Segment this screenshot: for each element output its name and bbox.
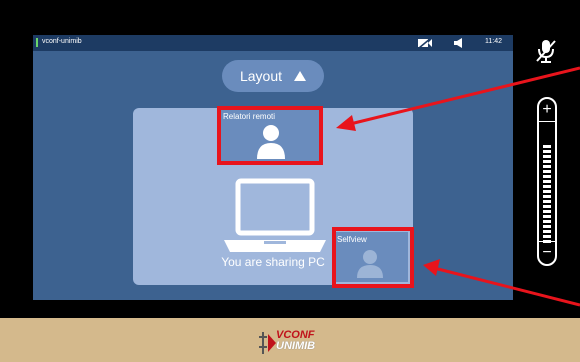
volume-segment <box>543 210 551 213</box>
status-bar: vconf-unimib 11:42 <box>33 35 513 51</box>
clock: 11:42 <box>485 38 502 45</box>
volume-up-button[interactable]: + <box>539 102 555 118</box>
volume-segment <box>543 150 551 153</box>
volume-segment <box>543 215 551 218</box>
annotation-highlight-selfview <box>332 227 414 288</box>
status-title: vconf-unimib <box>42 38 82 45</box>
annotation-highlight-remote <box>217 106 323 165</box>
volume-segment <box>543 145 551 148</box>
volume-divider <box>539 121 555 122</box>
conference-screen: vconf-unimib 11:42 Layout You are sharin… <box>33 35 513 300</box>
volume-down-button[interactable]: − <box>539 245 555 261</box>
chevron-up-icon <box>294 71 307 81</box>
volume-divider <box>539 241 555 242</box>
logo-icon <box>259 332 276 354</box>
volume-segment <box>543 230 551 233</box>
camera-icon[interactable] <box>417 37 433 49</box>
volume-segment <box>543 185 551 188</box>
brand-logo-text: VCONF UNIMIB <box>276 330 315 352</box>
volume-segment <box>543 155 551 158</box>
layout-button-label: Layout <box>239 68 283 84</box>
volume-segment <box>543 175 551 178</box>
volume-segment <box>543 220 551 223</box>
microphone-muted-icon[interactable] <box>534 38 558 64</box>
volume-segment <box>543 165 551 168</box>
volume-segment <box>543 180 551 183</box>
volume-level-meter <box>543 143 551 243</box>
volume-segment <box>543 170 551 173</box>
brand-line-2: UNIMIB <box>276 340 316 352</box>
volume-segment <box>543 225 551 228</box>
volume-segment <box>543 195 551 198</box>
speaker-icon[interactable] <box>453 37 467 49</box>
laptop-icon <box>224 178 326 252</box>
volume-segment <box>543 160 551 163</box>
volume-segment <box>543 190 551 193</box>
status-indicator <box>36 38 38 47</box>
layout-button[interactable]: Layout <box>222 60 324 92</box>
volume-segment <box>543 205 551 208</box>
volume-segment <box>543 235 551 238</box>
volume-segment <box>543 200 551 203</box>
volume-control[interactable]: + − <box>537 97 557 266</box>
